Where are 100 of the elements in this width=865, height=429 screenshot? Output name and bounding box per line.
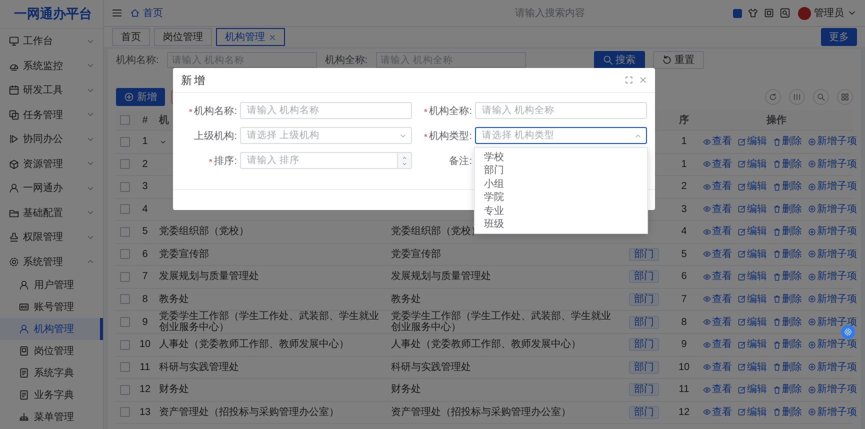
add-child-link[interactable]: 新增子项: [808, 248, 857, 260]
grid-button[interactable]: [837, 89, 853, 105]
checkbox[interactable]: [120, 384, 130, 395]
checkbox[interactable]: [120, 362, 130, 372]
checkbox[interactable]: [120, 249, 130, 260]
add-child-link[interactable]: 新增子项: [808, 294, 857, 305]
view-link[interactable]: 查看: [703, 181, 732, 192]
checkbox[interactable]: [120, 159, 130, 170]
edit-link[interactable]: 编辑: [738, 226, 767, 238]
select-field[interactable]: 请选择 机构类型: [475, 127, 647, 144]
delete-link[interactable]: 删除: [773, 248, 802, 260]
checkbox[interactable]: [120, 226, 130, 237]
delete-link[interactable]: 删除: [773, 316, 802, 328]
delete-link[interactable]: 删除: [773, 158, 802, 170]
view-link[interactable]: 查看: [703, 158, 732, 170]
input-field[interactable]: 请输入 机构名称: [240, 102, 412, 119]
add-child-link[interactable]: 新增子项: [808, 226, 857, 238]
sidebar-item[interactable]: 一网通办: [0, 176, 103, 200]
delete-link[interactable]: 删除: [773, 226, 802, 238]
delete-link[interactable]: 删除: [773, 362, 802, 373]
view-link[interactable]: 查看: [703, 248, 732, 260]
view-link[interactable]: 查看: [703, 316, 732, 328]
delete-link[interactable]: 删除: [773, 181, 802, 192]
add-child-link[interactable]: 新增子项: [808, 339, 857, 350]
search-button[interactable]: [813, 89, 829, 105]
dropdown-option[interactable]: 小组: [475, 177, 647, 190]
dropdown-option[interactable]: 学院: [475, 190, 647, 204]
view-link[interactable]: 查看: [703, 294, 732, 305]
add-child-link[interactable]: 新增子项: [808, 136, 857, 148]
view-link[interactable]: 查看: [703, 384, 732, 396]
dropdown-option[interactable]: 专业: [475, 204, 647, 218]
delete-link[interactable]: 删除: [773, 204, 802, 215]
tab[interactable]: 岗位管理: [154, 28, 212, 46]
checkbox[interactable]: [120, 294, 130, 304]
add-child-link[interactable]: 新增子项: [808, 158, 857, 170]
view-link[interactable]: 查看: [703, 339, 732, 350]
stepper-control[interactable]: [397, 153, 411, 168]
delete-link[interactable]: 删除: [773, 384, 802, 396]
square-icon[interactable]: [733, 8, 742, 18]
sidebar-subitem[interactable]: 岗位管理: [0, 340, 103, 362]
refresh-button[interactable]: [765, 89, 781, 105]
edit-link[interactable]: 编辑: [738, 316, 767, 328]
chevron-up-icon[interactable]: [401, 154, 408, 160]
input-field[interactable]: 请输入 机构全称: [475, 102, 647, 119]
breadcrumb-link[interactable]: 首页: [130, 6, 163, 20]
number-field[interactable]: 请输入 排序: [240, 152, 412, 169]
sidebar-subitem[interactable]: 菜单管理: [0, 406, 103, 428]
edit-link[interactable]: 编辑: [738, 406, 767, 418]
add-child-link[interactable]: 新增子项: [808, 271, 857, 282]
sidebar-item[interactable]: 工作台: [0, 29, 103, 54]
add-child-link[interactable]: 新增子项: [808, 406, 857, 418]
delete-link[interactable]: 删除: [773, 339, 802, 350]
sidebar-item[interactable]: 权限管理: [0, 225, 103, 250]
edit-link[interactable]: 编辑: [738, 136, 767, 148]
edit-link[interactable]: 编辑: [738, 362, 767, 373]
view-link[interactable]: 查看: [703, 226, 732, 238]
checkbox[interactable]: [120, 182, 130, 192]
add-child-link[interactable]: 新增子项: [808, 204, 857, 215]
edit-link[interactable]: 编辑: [738, 339, 767, 350]
checkbox[interactable]: [120, 272, 130, 282]
view-link[interactable]: 查看: [703, 271, 732, 282]
dropdown-option[interactable]: 班级: [475, 218, 647, 231]
checkbox[interactable]: [120, 204, 130, 214]
dropdown-option[interactable]: 学校: [475, 150, 647, 164]
edit-link[interactable]: 编辑: [738, 294, 767, 305]
user-menu[interactable]: 管理员: [798, 6, 857, 20]
sidebar-subitem[interactable]: 系统字典: [0, 362, 103, 384]
delete-link[interactable]: 删除: [773, 406, 802, 418]
sidebar-item[interactable]: 协同办公: [0, 127, 103, 152]
edit-link[interactable]: 编辑: [738, 271, 767, 282]
view-link[interactable]: 查看: [703, 136, 732, 148]
tab[interactable]: 首页: [112, 28, 150, 46]
tab[interactable]: 机构管理: [216, 28, 285, 46]
chevron-down-icon[interactable]: [401, 160, 408, 166]
delete-link[interactable]: 删除: [773, 136, 802, 148]
edit-link[interactable]: 编辑: [738, 181, 767, 192]
edit-link[interactable]: 编辑: [738, 158, 767, 170]
sidebar-item[interactable]: 系统监控: [0, 54, 103, 78]
checkbox[interactable]: [120, 115, 130, 125]
edit-link[interactable]: 编辑: [738, 384, 767, 396]
add-child-link[interactable]: 新增子项: [808, 316, 857, 328]
reset-button[interactable]: 重置: [652, 51, 704, 69]
sidebar-subitem[interactable]: 机构管理: [0, 318, 103, 340]
sidebar-subitem[interactable]: 用户管理: [0, 274, 103, 296]
view-link[interactable]: 查看: [703, 204, 732, 215]
add-button[interactable]: 新增: [116, 88, 165, 106]
edit-link[interactable]: 编辑: [738, 204, 767, 215]
sidebar-item[interactable]: 基础配置: [0, 200, 103, 225]
sidebar-subitem[interactable]: 账号管理: [0, 296, 103, 318]
checkbox[interactable]: [120, 407, 130, 418]
delete-link[interactable]: 删除: [773, 294, 802, 305]
add-child-link[interactable]: 新增子项: [808, 362, 857, 373]
checkbox[interactable]: [120, 317, 130, 327]
search-button[interactable]: 搜索: [594, 51, 645, 69]
more-button[interactable]: 更多: [821, 28, 857, 46]
sidebar-item[interactable]: 研发工具: [0, 78, 103, 102]
columns-button[interactable]: [789, 89, 805, 105]
delete-link[interactable]: 删除: [773, 271, 802, 282]
checkbox[interactable]: [120, 136, 130, 147]
sidebar-item[interactable]: 资源管理: [0, 152, 103, 176]
